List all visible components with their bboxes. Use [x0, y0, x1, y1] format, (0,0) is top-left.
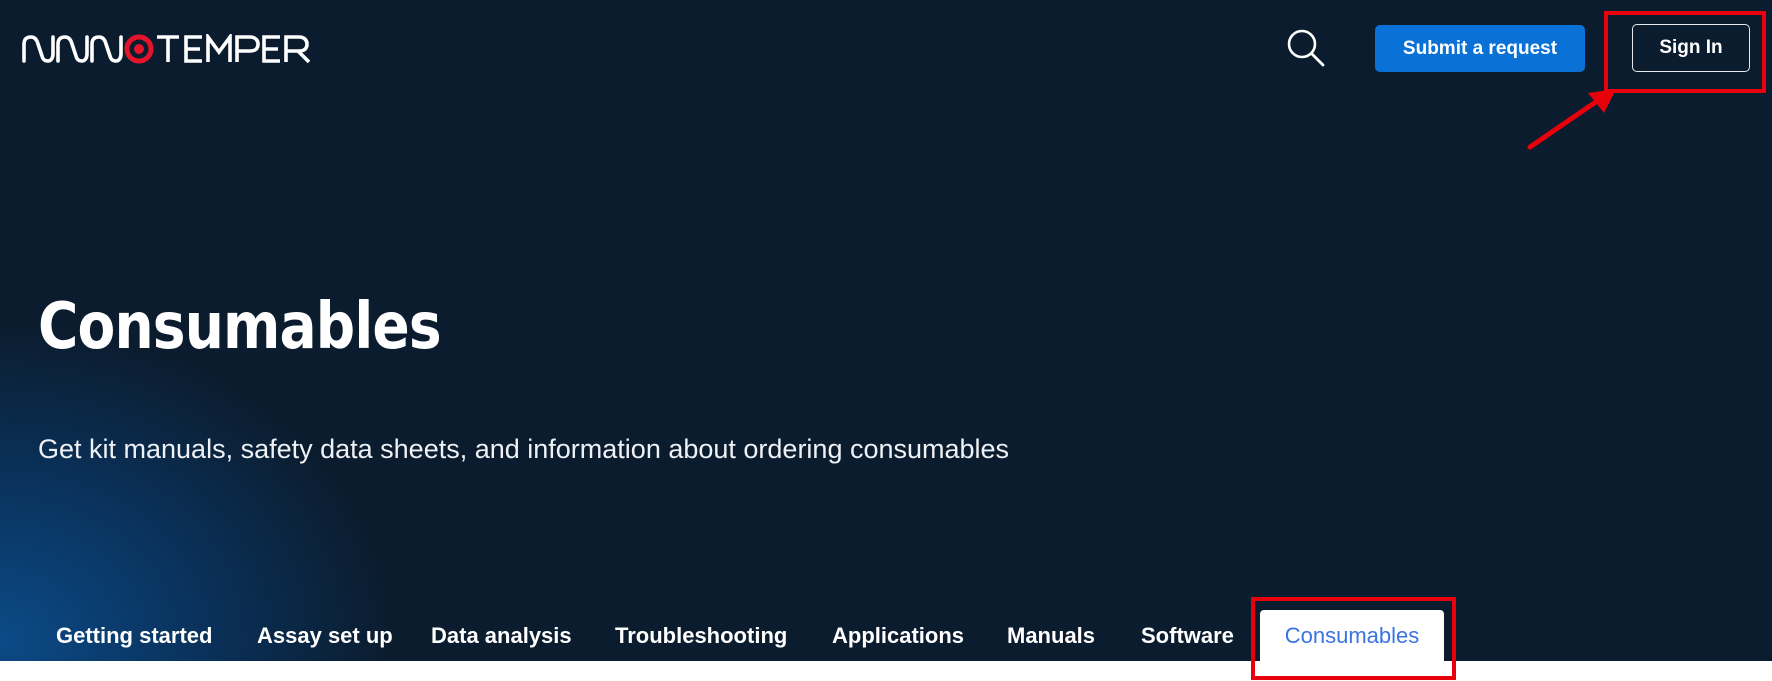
tab-consumables[interactable]: Consumables: [1260, 610, 1444, 661]
tab-manuals[interactable]: Manuals: [1007, 610, 1095, 661]
tab-data-analysis[interactable]: Data analysis: [431, 610, 572, 661]
tab-getting-started[interactable]: Getting started: [56, 610, 212, 661]
submit-request-button[interactable]: Submit a request: [1375, 25, 1585, 72]
sign-in-button[interactable]: Sign In: [1632, 24, 1750, 72]
nanotemper-logo[interactable]: [22, 34, 316, 64]
page-title: Consumables: [38, 290, 442, 364]
tab-troubleshooting[interactable]: Troubleshooting: [615, 610, 787, 661]
category-tabs: Getting started Assay set up Data analys…: [0, 610, 1772, 661]
tab-assay-set-up[interactable]: Assay set up: [257, 610, 393, 661]
tab-applications[interactable]: Applications: [832, 610, 964, 661]
search-icon[interactable]: [1282, 24, 1330, 72]
tab-software[interactable]: Software: [1141, 610, 1234, 661]
page-subtitle: Get kit manuals, safety data sheets, and…: [38, 434, 1010, 464]
hero-banner: Submit a request Sign In Consumables Get…: [0, 0, 1772, 661]
